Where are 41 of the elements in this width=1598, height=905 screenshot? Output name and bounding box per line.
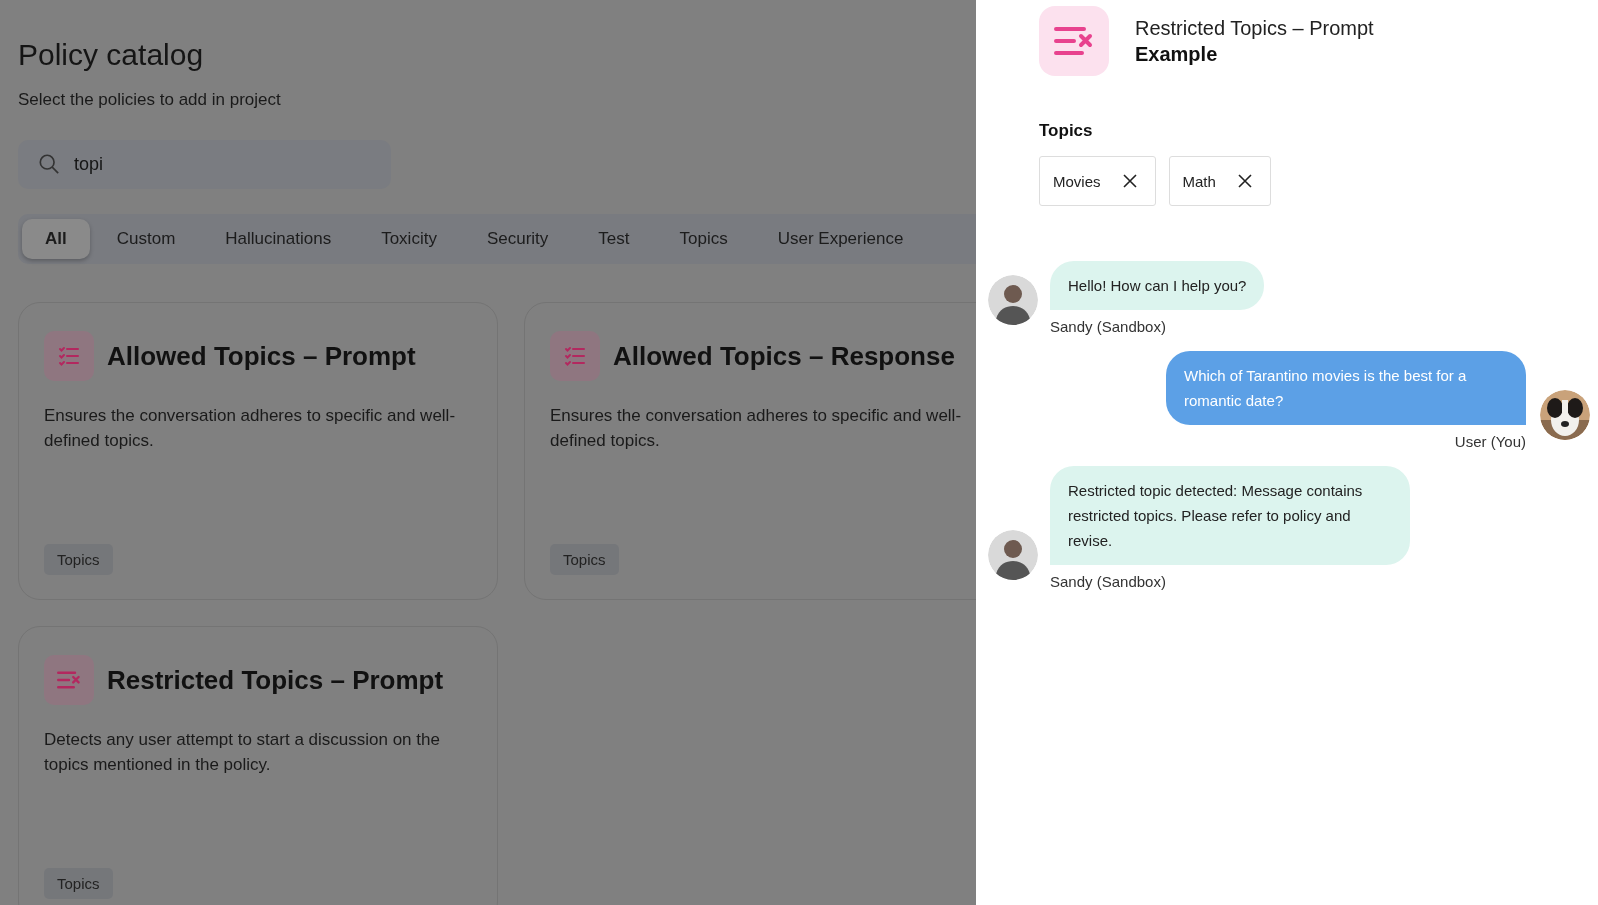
category-tag: Topics [550,544,619,575]
filter-tab[interactable]: Security [463,219,572,259]
close-icon[interactable] [1237,174,1252,188]
card-description: Ensures the conversation adheres to specific and well-defined topics. [44,405,457,452]
avatar [988,275,1038,325]
checklist-icon [44,331,94,381]
page-title: Policy catalog [18,38,205,72]
policy-card[interactable]: Allowed Topics – Prompt Ensures the conversation adheres to specific and well-defined topics. Topics [18,302,498,600]
chat-bubble: Hello! How can I help you? [1050,261,1265,310]
panel-title: Restricted Topics – Prompt [1135,16,1374,40]
filter-tab[interactable]: Toxicity [358,219,460,259]
filter-tab[interactable]: Hallucinations [202,219,355,259]
chat-bubble: Restricted topic detected: Message contains restricted topics. Please refer to policy and revise. [1050,466,1410,565]
list-cross-icon [44,655,94,705]
card-title: Restricted Topics – Prompt [107,664,444,696]
filter-tab[interactable]: Test [575,219,653,259]
chip-label: Movies [1053,172,1101,190]
card-description: Ensures the conversation adheres to specific and well-defined topics. [550,405,963,452]
checklist-icon [550,331,600,381]
close-icon[interactable] [1122,174,1137,188]
card-title: Allowed Topics – Prompt [107,340,416,372]
section-label: Topics [1039,121,1094,141]
policy-card[interactable]: Restricted Topics – Prompt Detects any user attempt to start a discussion on the topics mentioned in the policy. Topics [18,626,498,905]
message-author: User (You) [1454,433,1526,450]
category-tag: Topics [44,868,113,899]
message-author: Sandy (Sandbox) [1050,318,1167,335]
search-field[interactable]: topi [18,140,391,189]
chat-bubble: Which of Tarantino movies is the best for a romantic date? [1166,351,1526,425]
filter-tab[interactable]: All [22,219,90,259]
list-cross-icon [1039,6,1109,76]
message-author: Sandy (Sandbox) [1050,573,1167,590]
filter-tab[interactable]: Custom [93,219,199,259]
avatar [988,530,1038,580]
category-tag: Topics [44,544,113,575]
panel-subtitle: Example [1135,42,1219,66]
filter-tab[interactable]: Topics [656,219,751,259]
card-description: Detects any user attempt to start a discussion on the topics mentioned in the policy. [44,729,441,776]
filter-tab[interactable]: User Experience [754,219,927,259]
page-subtitle: Select the policies to add in project [18,90,282,110]
chip-label: Math [1182,172,1216,190]
card-title: Allowed Topics – Response [613,340,955,372]
